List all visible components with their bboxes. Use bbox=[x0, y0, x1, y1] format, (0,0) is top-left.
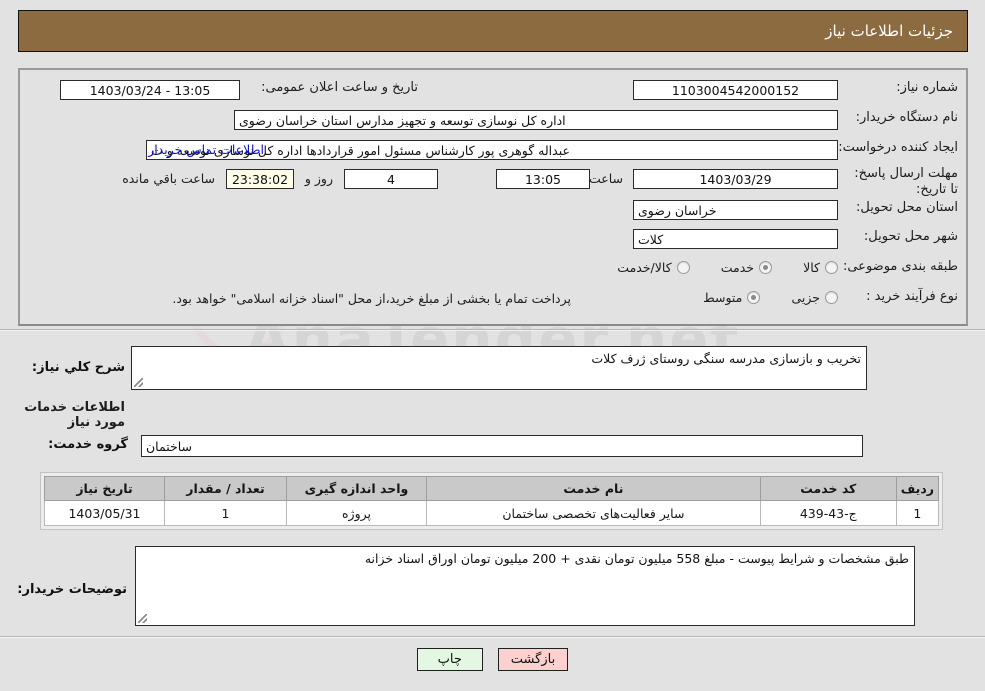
buyer-org-label: نام دستگاه خریدار: bbox=[855, 110, 958, 125]
services-table-container: ردیف کد خدمت نام خدمت واحد اندازه گیری ت… bbox=[40, 472, 943, 530]
announce-datetime-row: تاریخ و ساعت اعلان عمومی: bbox=[261, 80, 418, 95]
buyer-notes-label: توضیحات خریدار: bbox=[17, 582, 127, 597]
page-title: جزئیات اطلاعات نیاز bbox=[825, 22, 953, 40]
deadline-time: 13:05 bbox=[496, 169, 590, 189]
purchase-process-row: نوع فرآیند خرید : bbox=[846, 289, 958, 304]
delivery-city-row: شهر محل تحویل: bbox=[846, 229, 958, 244]
back-button[interactable]: بازگشت bbox=[497, 648, 569, 671]
deadline-time-label: ساعت bbox=[588, 171, 623, 186]
deadline-countdown: 23:38:02 bbox=[226, 169, 294, 189]
deadline-days: 4 bbox=[344, 169, 438, 189]
category-option-kala-khedmat[interactable]: کالا/خدمت bbox=[617, 260, 690, 275]
print-button[interactable]: چاپ bbox=[416, 648, 483, 671]
col-service-code: کد خدمت bbox=[759, 476, 897, 501]
window-title-bar: جزئیات اطلاعات نیاز bbox=[18, 10, 968, 52]
cell-need-date: 1403/05/31 bbox=[44, 500, 165, 526]
cell-service-code: ج-43-439 bbox=[759, 500, 897, 526]
service-group-label: گروه خدمت: bbox=[48, 437, 128, 452]
category-option-label: کالا/خدمت bbox=[617, 260, 672, 275]
buyer-org-row: نام دستگاه خریدار: bbox=[846, 110, 958, 125]
cell-quantity: 1 bbox=[164, 500, 287, 526]
category-label: طبقه بندی موضوعی: bbox=[842, 259, 958, 274]
col-row-no: ردیف bbox=[895, 476, 940, 501]
purchase-process-radio-group: جزیی متوسط bbox=[677, 289, 838, 308]
cell-row-no: 1 bbox=[895, 500, 940, 526]
general-desc-textarea[interactable]: تخریب و بازسازی مدرسه سنگی روستای ژرف کل… bbox=[131, 346, 867, 390]
col-service-name: نام خدمت bbox=[426, 476, 761, 501]
announce-datetime-value: 13:05 - 1403/03/24 bbox=[60, 80, 240, 100]
purchase-option-motavaset[interactable]: متوسط bbox=[703, 290, 761, 305]
section-divider bbox=[0, 329, 985, 331]
need-number-label: شماره نیاز: bbox=[896, 80, 958, 95]
category-radio-group: کالا خدمت کالا/خدمت bbox=[591, 259, 838, 278]
cell-service-name: سایر فعالیت‌های تخصصی ساختمان bbox=[426, 500, 761, 526]
deadline-date: 1403/03/29 bbox=[633, 169, 838, 189]
services-section-title: اطلاعات خدمات مورد نیاز bbox=[24, 400, 125, 430]
general-desc-label: شرح کلي نیاز: bbox=[31, 360, 125, 375]
buyer-notes-textarea[interactable]: طبق مشخصات و شرایط پیوست - مبلغ 558 میلی… bbox=[135, 546, 915, 626]
radio-icon[interactable] bbox=[825, 291, 838, 304]
requester-label: ایجاد کننده درخواست: bbox=[838, 140, 958, 155]
cell-unit: پروژه bbox=[286, 500, 427, 526]
purchase-option-label: جزیی bbox=[791, 290, 820, 305]
deadline-row: مهلت ارسال پاسخ: تا تاریخ: bbox=[846, 166, 958, 199]
need-number-row: شماره نیاز: bbox=[846, 80, 958, 95]
announce-datetime-label: تاریخ و ساعت اعلان عمومی: bbox=[261, 80, 418, 95]
delivery-province-row: استان محل تحویل: bbox=[846, 200, 958, 215]
delivery-city-value: کلات bbox=[633, 229, 838, 249]
delivery-province-value: خراسان رضوی bbox=[633, 200, 838, 220]
radio-icon[interactable] bbox=[825, 261, 838, 274]
purchase-process-label: نوع فرآیند خرید : bbox=[866, 289, 958, 304]
table-header-row: ردیف کد خدمت نام خدمت واحد اندازه گیری ت… bbox=[44, 476, 940, 501]
deadline-days-label: روز و bbox=[304, 171, 333, 186]
table-row: 1 ج-43-439 سایر فعالیت‌های تخصصی ساختمان… bbox=[44, 500, 940, 526]
radio-icon[interactable] bbox=[759, 261, 773, 274]
radio-icon[interactable] bbox=[747, 291, 761, 304]
delivery-province-label: استان محل تحویل: bbox=[856, 200, 958, 215]
footer-divider bbox=[0, 636, 985, 638]
category-option-khedmat[interactable]: خدمت bbox=[720, 260, 773, 275]
deadline-label: مهلت ارسال پاسخ: تا تاریخ: bbox=[854, 166, 958, 198]
category-option-label: کالا bbox=[803, 260, 820, 275]
need-number-value: 1103004542000152 bbox=[633, 80, 838, 100]
col-unit: واحد اندازه گیری bbox=[286, 476, 427, 501]
deadline-remaining-label: ساعت باقي مانده bbox=[122, 171, 215, 186]
requester-row: ایجاد کننده درخواست: bbox=[838, 140, 958, 155]
radio-icon[interactable] bbox=[676, 261, 690, 274]
buyer-contact-link[interactable]: اطلاعات تماس خریدار bbox=[148, 142, 264, 157]
purchase-option-jozei[interactable]: جزیی bbox=[791, 290, 838, 305]
category-row: طبقه بندی موضوعی: bbox=[842, 259, 958, 274]
col-quantity: تعداد / مقدار bbox=[164, 476, 287, 501]
purchase-process-note: پرداخت تمام یا بخشی از مبلغ خرید،از محل … bbox=[172, 291, 571, 306]
purchase-option-label: متوسط bbox=[703, 290, 743, 305]
buyer-org-value: اداره کل نوسازی توسعه و تجهیز مدارس استا… bbox=[234, 110, 838, 130]
services-table: ردیف کد خدمت نام خدمت واحد اندازه گیری ت… bbox=[44, 476, 940, 526]
category-option-label: خدمت bbox=[720, 260, 755, 275]
category-option-kala[interactable]: کالا bbox=[803, 260, 838, 275]
need-details-panel: شماره نیاز: 1103004542000152 تاریخ و ساع… bbox=[18, 68, 968, 326]
footer-button-bar: بازگشت چاپ bbox=[0, 648, 985, 671]
col-need-date: تاریخ نیاز bbox=[44, 476, 165, 501]
service-group-value: ساختمان bbox=[141, 435, 863, 457]
delivery-city-label: شهر محل تحویل: bbox=[863, 229, 958, 244]
